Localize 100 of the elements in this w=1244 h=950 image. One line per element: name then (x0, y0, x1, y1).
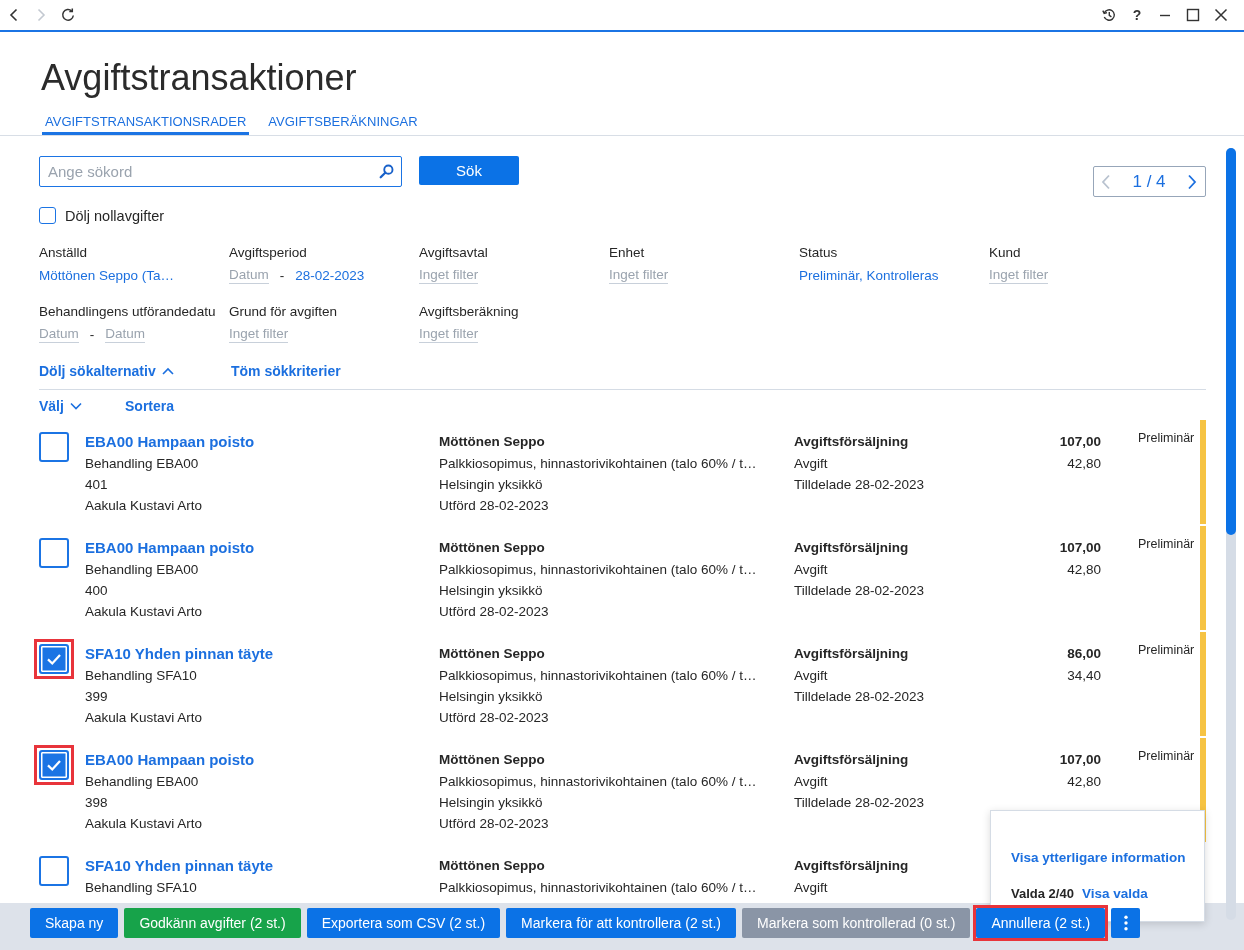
action-button[interactable]: Godkänn avgifter (2 st.) (124, 908, 301, 938)
range-separator: - (279, 267, 285, 283)
category-name: Avgiftsförsäljning (794, 539, 909, 557)
filter-label: Avgiftsperiod (229, 244, 307, 262)
filter-field[interactable]: Datum (39, 325, 79, 343)
filter-value[interactable]: Möttönen Seppo (Ta… (39, 266, 175, 284)
more-info-link[interactable]: Visa ytterligare information (1011, 848, 1186, 868)
performed-date: Utförd 28-02-2023 (439, 497, 549, 515)
selection-count: Valda 2/40 (1011, 885, 1074, 903)
amount: 107,00 (1059, 433, 1101, 451)
performed-date: Utförd 28-02-2023 (439, 709, 549, 727)
employee-name: Möttönen Seppo (439, 433, 545, 451)
chevron-right-icon[interactable] (1187, 173, 1197, 190)
treatment-code: Behandling EBA00 (85, 455, 199, 473)
filter-field[interactable]: Inget filter (989, 266, 1049, 284)
filter-label: Anställd (39, 244, 88, 262)
filter-value[interactable]: Preliminär, Kontrolleras (799, 266, 939, 284)
fee-type: Avgift (794, 667, 828, 685)
employee-name: Möttönen Seppo (439, 857, 545, 875)
filter-label: Behandlingens utförandedatu (39, 303, 216, 321)
show-selected-link[interactable]: Visa valda (1081, 884, 1148, 904)
checkbox[interactable] (39, 432, 69, 462)
checkbox-label[interactable]: Dölj nollavgifter (65, 207, 165, 224)
close-icon[interactable] (1214, 8, 1228, 22)
range-separator: - (89, 326, 95, 342)
assigned-date: Tilldelade 28-02-2023 (794, 688, 925, 706)
row-title-link[interactable]: EBA00 Hampaan poisto (85, 431, 255, 453)
provider-name: Aakula Kustavi Arto (85, 709, 203, 727)
action-button[interactable]: Exportera som CSV (2 st.) (306, 908, 501, 938)
fee-amount: 42,80 (1067, 773, 1101, 791)
clock-icon[interactable] (1102, 8, 1116, 22)
category-name: Avgiftsförsäljning (794, 857, 909, 875)
tab[interactable]: AVGIFTSTRANSAKTIONSRADER (42, 114, 250, 135)
record-number: 401 (85, 476, 108, 494)
sort-link[interactable]: Sortera (125, 396, 175, 416)
employee-name: Möttönen Seppo (439, 751, 545, 769)
status-label: Preliminär (1138, 642, 1195, 659)
category-name: Avgiftsförsäljning (794, 645, 909, 663)
performed-date: Utförd 28-02-2023 (439, 603, 549, 621)
filter-field[interactable]: Inget filter (609, 266, 669, 284)
record-number: 399 (85, 688, 108, 706)
chevron-down-icon (69, 402, 82, 410)
fee-type: Avgift (794, 879, 828, 897)
agreement-text: Palkkiosopimus, hinnastorivikohtainen (talo 60% / t… (439, 455, 757, 473)
filter-value[interactable]: 28-02-2023 (295, 266, 365, 284)
unit-name: Helsingin yksikkö (439, 688, 543, 706)
employee-name: Möttönen Seppo (439, 645, 545, 663)
select-menu[interactable]: Välj (39, 396, 82, 416)
filter-field[interactable]: Datum (105, 325, 146, 343)
clear-criteria-link[interactable]: Töm sökkriterier (231, 361, 341, 381)
page-indicator: 1 / 4 (1132, 171, 1166, 192)
scrollbar[interactable] (1226, 148, 1236, 920)
row-title-link[interactable]: SFA10 Yhden pinnan täyte (85, 855, 274, 877)
agreement-text: Palkkiosopimus, hinnastorivikohtainen (talo 60% / t… (439, 773, 757, 791)
row-title-link[interactable]: EBA00 Hampaan poisto (85, 749, 255, 771)
treatment-code: Behandling SFA10 (85, 667, 197, 685)
search-icon (379, 164, 394, 179)
more-icon (1123, 915, 1128, 931)
filter-field[interactable]: Inget filter (419, 325, 479, 343)
assigned-date: Tilldelade 28-02-2023 (794, 582, 925, 600)
filter-label: Enhet (609, 244, 645, 262)
filter-field[interactable]: Inget filter (229, 325, 289, 343)
search-button[interactable]: Sök (419, 156, 519, 185)
row-title-link[interactable]: SFA10 Yhden pinnan täyte (85, 643, 274, 665)
status-label: Preliminär (1138, 430, 1195, 447)
record-number: 398 (85, 794, 108, 812)
checkbox[interactable] (39, 207, 56, 224)
checkbox[interactable] (39, 856, 69, 886)
help-button[interactable]: ? (1130, 7, 1144, 23)
maximize-icon[interactable] (1186, 8, 1200, 22)
fee-type: Avgift (794, 561, 828, 579)
unit-name: Helsingin yksikkö (439, 582, 543, 600)
fee-amount: 42,80 (1067, 561, 1101, 579)
refresh-icon[interactable] (61, 8, 75, 22)
provider-name: Aakula Kustavi Arto (85, 603, 203, 621)
assigned-date: Tilldelade 28-02-2023 (794, 476, 925, 494)
unit-name: Helsingin yksikkö (439, 794, 543, 812)
treatment-code: Behandling SFA10 (85, 879, 197, 897)
filter-field[interactable]: Inget filter (419, 266, 479, 284)
filter-label: Grund för avgiften (229, 303, 338, 321)
agreement-text: Palkkiosopimus, hinnastorivikohtainen (talo 60% / t… (439, 879, 757, 897)
record-number: 400 (85, 582, 108, 600)
action-button[interactable]: Annullera (2 st.) (976, 908, 1106, 938)
filter-field[interactable]: Datum (229, 266, 269, 284)
status-label: Preliminär (1138, 748, 1195, 765)
unit-name: Helsingin yksikkö (439, 476, 543, 494)
filter-label: Kund (989, 244, 1021, 262)
fee-amount: 42,80 (1067, 455, 1101, 473)
fee-type: Avgift (794, 455, 828, 473)
agreement-text: Palkkiosopimus, hinnastorivikohtainen (talo 60% / t… (439, 561, 757, 579)
search-options-toggle[interactable]: Dölj sökalternativ (39, 361, 174, 381)
checkbox[interactable] (39, 538, 69, 568)
treatment-code: Behandling EBA00 (85, 561, 199, 579)
more-button[interactable] (1111, 908, 1141, 938)
page-title: Avgiftstransaktioner (41, 56, 358, 100)
search-field[interactable]: Ange sökord (39, 156, 402, 187)
row-title-link[interactable]: EBA00 Hampaan poisto (85, 537, 255, 559)
tab[interactable]: AVGIFTSBERÄKNINGAR (265, 114, 421, 135)
action-button[interactable]: Skapa ny (30, 908, 119, 938)
action-button[interactable]: Markera för att kontrollera (2 st.) (506, 908, 736, 938)
